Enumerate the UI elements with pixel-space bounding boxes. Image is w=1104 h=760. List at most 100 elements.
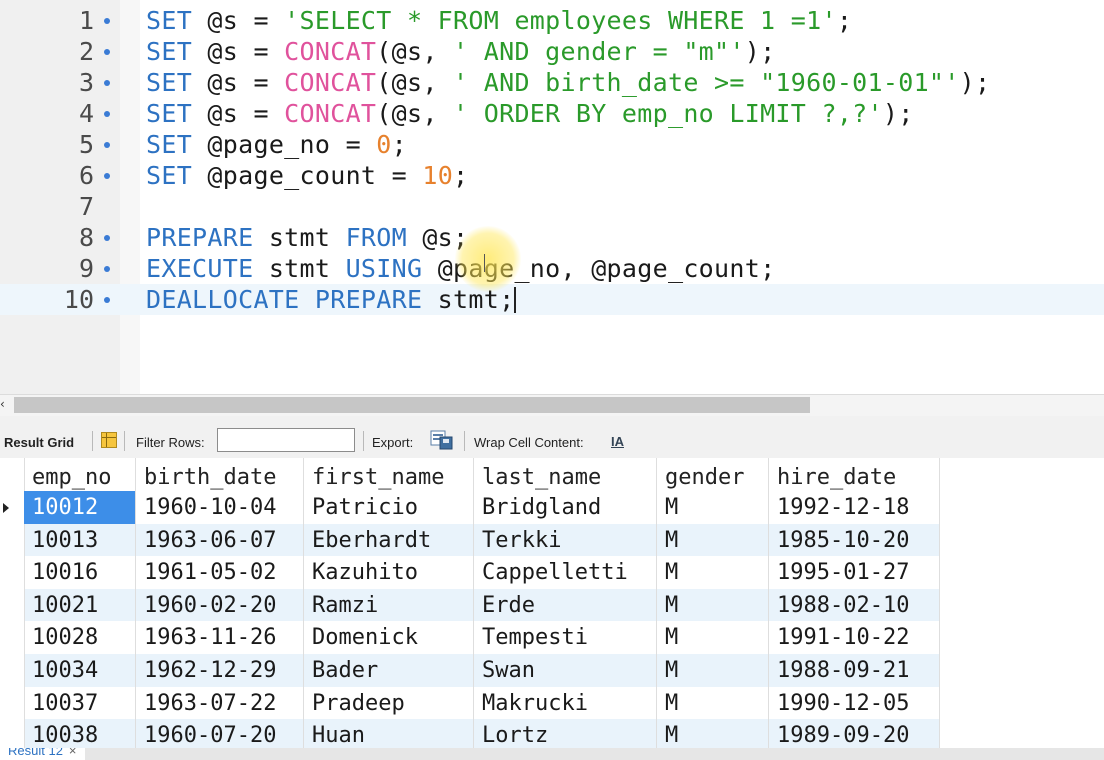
row-marker[interactable] (0, 654, 25, 687)
table-row[interactable]: 10013 1963-06-07 Eberhardt Terkki M 1985-10-2… (0, 523, 940, 557)
cell-last-name[interactable]: Makrucki (474, 686, 657, 720)
cell-gender[interactable]: M (657, 556, 769, 590)
row-marker[interactable] (0, 621, 25, 655)
cell-emp-no[interactable]: 10013 (24, 523, 136, 557)
column-header-last-name[interactable]: last_name (474, 458, 657, 491)
scrollbar-thumb[interactable] (14, 397, 810, 413)
statement-marker-icon[interactable] (104, 173, 110, 179)
cell-first-name[interactable]: Domenick (304, 621, 474, 655)
code-line[interactable]: 1 SET @s = 'SELECT * FROM employees WHERE… (0, 5, 1104, 36)
code-line[interactable]: 5 SET @page_no = 0; (0, 129, 1104, 160)
statement-marker-icon[interactable] (104, 235, 110, 241)
sql-editor[interactable]: 1 SET @s = 'SELECT * FROM employees WHERE… (0, 0, 1104, 394)
row-marker[interactable] (0, 686, 25, 720)
code-text[interactable]: SET @page_no = 0; (146, 129, 407, 160)
cell-gender[interactable]: M (657, 491, 769, 524)
cell-gender[interactable]: M (657, 588, 769, 622)
cell-gender[interactable]: M (657, 621, 769, 655)
cell-emp-no[interactable]: 10037 (24, 686, 136, 720)
cell-emp-no[interactable]: 10016 (24, 556, 136, 590)
cell-hire-date[interactable]: 1995-01-27 (769, 556, 940, 590)
row-marker[interactable] (0, 523, 25, 557)
statement-marker-icon[interactable] (104, 297, 110, 303)
code-text[interactable]: SET @s = CONCAT(@s, ' AND gender = "m"')… (146, 36, 775, 67)
code-text[interactable]: SET @s = 'SELECT * FROM employees WHERE … (146, 5, 852, 36)
code-text[interactable]: DEALLOCATE PREPARE stmt; (146, 284, 517, 315)
code-text[interactable]: SET @page_count = 10; (146, 160, 468, 191)
cell-hire-date[interactable]: 1990-12-05 (769, 686, 940, 720)
cell-birth-date[interactable]: 1961-05-02 (136, 556, 304, 590)
cell-first-name[interactable]: Pradeep (304, 686, 474, 720)
cell-birth-date[interactable]: 1963-11-26 (136, 621, 304, 655)
cell-birth-date[interactable]: 1963-07-22 (136, 686, 304, 720)
cell-gender[interactable]: M (657, 523, 769, 557)
cell-last-name[interactable]: Cappelletti (474, 556, 657, 590)
code-line[interactable]: 7 (0, 191, 1104, 222)
code-text[interactable]: SET @s = CONCAT(@s, ' AND birth_date >= … (146, 67, 990, 98)
result-grid[interactable]: emp_no birth_date first_name last_name g… (0, 458, 1104, 748)
scroll-left-icon[interactable]: ‹ (0, 397, 5, 411)
cell-gender[interactable]: M (657, 686, 769, 720)
statement-marker-icon[interactable] (104, 80, 110, 86)
cell-birth-date[interactable]: 1960-07-20 (136, 719, 304, 748)
code-line[interactable]: 4 SET @s = CONCAT(@s, ' ORDER BY emp_no L… (0, 98, 1104, 129)
cell-last-name[interactable]: Swan (474, 654, 657, 687)
cell-birth-date[interactable]: 1963-06-07 (136, 523, 304, 557)
row-marker[interactable] (0, 588, 25, 622)
table-row[interactable]: 10016 1961-05-02 Kazuhito Cappelletti M 1995-… (0, 556, 940, 590)
cell-birth-date[interactable]: 1962-12-29 (136, 654, 304, 687)
column-header-emp-no[interactable]: emp_no (24, 458, 136, 491)
cell-first-name[interactable]: Huan (304, 719, 474, 748)
cell-hire-date[interactable]: 1992-12-18 (769, 491, 940, 524)
statement-marker-icon[interactable] (104, 49, 110, 55)
cell-emp-no[interactable]: 10034 (24, 654, 136, 687)
filter-rows-input[interactable] (217, 428, 355, 452)
table-row[interactable]: 10028 1963-11-26 Domenick Tempesti M 1991-10-… (0, 621, 940, 655)
cell-birth-date[interactable]: 1960-02-20 (136, 588, 304, 622)
cell-gender[interactable]: M (657, 654, 769, 687)
cell-last-name[interactable]: Lortz (474, 719, 657, 748)
grid-view-icon[interactable] (101, 432, 117, 448)
cell-first-name[interactable]: Patricio (304, 491, 474, 524)
cell-gender[interactable]: M (657, 719, 769, 748)
code-line[interactable]: 3 SET @s = CONCAT(@s, ' AND birth_date >=… (0, 67, 1104, 98)
row-marker[interactable] (0, 556, 25, 590)
code-text[interactable]: SET @s = CONCAT(@s, ' ORDER BY emp_no LI… (146, 98, 914, 129)
editor-horizontal-scrollbar[interactable]: ‹ (0, 394, 1104, 417)
table-row[interactable]: 10037 1963-07-22 Pradeep Makrucki M 1990-12-0… (0, 686, 940, 720)
column-header-hire-date[interactable]: hire_date (769, 458, 940, 491)
cell-hire-date[interactable]: 1988-09-21 (769, 654, 940, 687)
statement-marker-icon[interactable] (104, 142, 110, 148)
close-tab-icon[interactable]: × (69, 748, 77, 758)
statement-marker-icon[interactable] (104, 266, 110, 272)
statement-marker-icon[interactable] (104, 18, 110, 24)
cell-hire-date[interactable]: 1988-02-10 (769, 588, 940, 622)
table-row[interactable]: 10038 1960-07-20 Huan Lortz M 1989-09-20 (0, 719, 940, 748)
cell-last-name[interactable]: Tempesti (474, 621, 657, 655)
cell-first-name[interactable]: Eberhardt (304, 523, 474, 557)
table-row[interactable]: 10034 1962-12-29 Bader Swan M 1988-09-21 (0, 654, 940, 687)
result-grid-tab[interactable]: Result Grid (4, 435, 74, 450)
cell-last-name[interactable]: Bridgland (474, 491, 657, 524)
statement-marker-icon[interactable] (104, 111, 110, 117)
table-row[interactable]: 10012 1960-10-04 Patricio Bridgland M 1992-12… (0, 491, 940, 524)
row-marker[interactable] (0, 491, 25, 524)
code-line[interactable]: 6 SET @page_count = 10; (0, 160, 1104, 191)
column-header-first-name[interactable]: first_name (304, 458, 474, 491)
cell-first-name[interactable]: Bader (304, 654, 474, 687)
cell-emp-no[interactable]: 10021 (24, 588, 136, 622)
column-header-gender[interactable]: gender (657, 458, 769, 491)
cell-hire-date[interactable]: 1985-10-20 (769, 523, 940, 557)
cell-last-name[interactable]: Erde (474, 588, 657, 622)
cell-first-name[interactable]: Kazuhito (304, 556, 474, 590)
cell-emp-no[interactable]: 10038 (24, 719, 136, 748)
cell-hire-date[interactable]: 1991-10-22 (769, 621, 940, 655)
table-row[interactable]: 10021 1960-02-20 Ramzi Erde M 1988-02-10 (0, 588, 940, 622)
cell-hire-date[interactable]: 1989-09-20 (769, 719, 940, 748)
code-line[interactable]: 9 EXECUTE stmt USING @page_no, @page_coun… (0, 253, 1104, 284)
wrap-cell-content-icon[interactable]: IA (611, 434, 624, 449)
code-text[interactable]: PREPARE stmt FROM @s; (146, 222, 468, 253)
column-header-birth-date[interactable]: birth_date (136, 458, 304, 491)
code-line[interactable]: 8 PREPARE stmt FROM @s; (0, 222, 1104, 253)
cell-birth-date[interactable]: 1960-10-04 (136, 491, 304, 524)
